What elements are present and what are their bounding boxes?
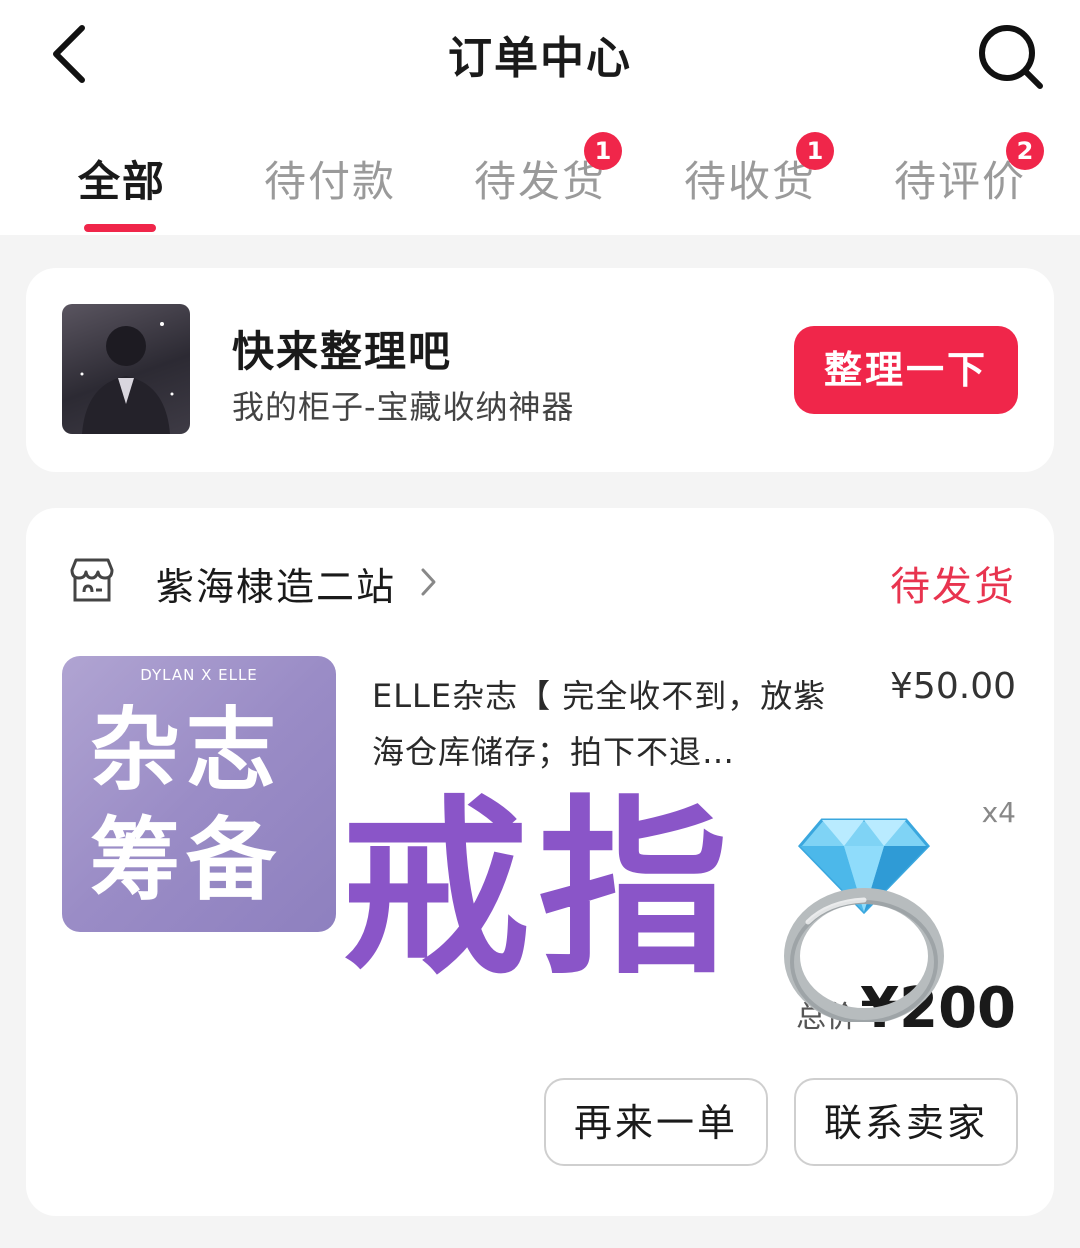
promo-subtitle: 我的柜子-宝藏收纳神器 [232, 388, 575, 426]
tab-all[interactable]: 全部 [78, 148, 166, 209]
cover-line-2: 筹备 [90, 808, 282, 913]
product-image[interactable]: DYLAN X ELLE 杂志 筹备 [62, 656, 336, 932]
reorder-button[interactable]: 再来一单 [544, 1078, 768, 1166]
pending-review-badge: 2 [1006, 132, 1044, 170]
order-tabs: 全部 待付款 待发货 1 待收货 1 待评价 2 [0, 130, 1080, 230]
promo-title: 快来整理吧 [232, 327, 453, 376]
cover-brand: DYLAN X ELLE [140, 666, 258, 684]
cabinet-promo-card: 快来整理吧 我的柜子-宝藏收纳神器 整理一下 [26, 268, 1054, 472]
product-title[interactable]: ELLE杂志【 完全收不到，放紫海仓库储存；拍下不退… [372, 668, 842, 780]
cover-line-1: 杂志 [90, 698, 282, 803]
product-price: ¥50.00 [890, 666, 1016, 707]
product-quantity: x4 [981, 796, 1016, 829]
cover-text: 杂志 筹备 [90, 696, 320, 916]
page-title: 订单中心 [448, 33, 632, 84]
top-bar: 订单中心 全部 待付款 待发货 1 待收货 1 待评价 2 [0, 0, 1080, 235]
ring-icon [784, 818, 944, 1022]
search-icon [979, 25, 1043, 89]
promo-thumbnail [62, 304, 190, 434]
pending-receipt-badge: 1 [796, 132, 834, 170]
tab-pending-payment[interactable]: 待付款 [264, 148, 396, 209]
sticker-text: 戒指 [340, 779, 737, 1000]
pending-shipment-badge: 1 [584, 132, 622, 170]
shop-name[interactable]: 紫海棣造二站 [156, 556, 396, 611]
contact-seller-button[interactable]: 联系卖家 [794, 1078, 1018, 1166]
organize-button[interactable]: 整理一下 [794, 326, 1018, 414]
chevron-right-icon [421, 568, 436, 596]
search-button[interactable] [976, 22, 1046, 92]
store-icon [70, 558, 114, 602]
active-tab-indicator [84, 224, 156, 232]
order-status: 待发货 [890, 564, 1016, 610]
